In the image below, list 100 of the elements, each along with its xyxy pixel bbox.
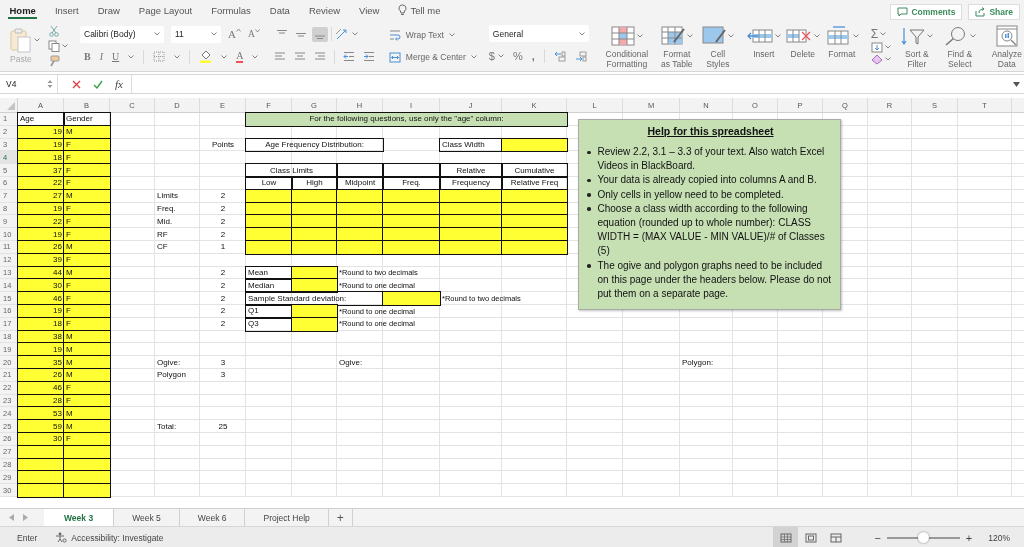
spinner-icon[interactable] xyxy=(47,79,53,89)
chevron-down-icon[interactable] xyxy=(852,34,859,38)
answer-cell[interactable] xyxy=(246,189,292,203)
font-size-dropdown[interactable]: 11 xyxy=(171,25,221,43)
answer-cell[interactable] xyxy=(246,240,292,254)
increase-indent-icon[interactable] xyxy=(362,51,375,63)
chevron-down-icon[interactable] xyxy=(34,38,40,42)
chevron-down-icon[interactable] xyxy=(448,32,455,37)
comma-button[interactable]: , xyxy=(531,50,535,62)
answer-cell[interactable] xyxy=(292,317,337,331)
chevron-down-icon[interactable] xyxy=(154,32,160,37)
chevron-down-icon[interactable] xyxy=(174,54,181,59)
font-dropdown[interactable]: Calibri (Body) xyxy=(80,25,164,43)
answer-cell[interactable] xyxy=(18,445,64,459)
number-format-dropdown[interactable]: General xyxy=(488,25,589,42)
align-right-icon[interactable] xyxy=(313,51,326,63)
answer-cell[interactable] xyxy=(337,228,383,241)
answer-cell[interactable] xyxy=(440,240,502,254)
chevron-down-icon[interactable] xyxy=(727,34,734,38)
decrease-font-button[interactable]: A xyxy=(247,29,260,40)
caret-down-icon[interactable] xyxy=(254,29,260,34)
copy-icon[interactable] xyxy=(48,40,60,52)
autosum-button[interactable]: Σ xyxy=(870,26,879,41)
cell-styles-icon[interactable] xyxy=(701,26,726,46)
answer-cell[interactable] xyxy=(292,240,337,254)
search-icon[interactable] xyxy=(943,26,968,46)
chevron-down-icon[interactable] xyxy=(884,57,891,61)
insert-cells-icon[interactable] xyxy=(746,27,773,45)
format-cells-icon[interactable] xyxy=(824,26,851,46)
ribbon-tab[interactable]: View xyxy=(349,0,389,20)
font-color-button[interactable]: A xyxy=(236,50,244,63)
comment-icon[interactable] xyxy=(897,7,909,17)
merge-cells-icon[interactable] xyxy=(388,51,401,63)
comments-button[interactable]: Comments xyxy=(890,4,963,20)
answer-cell[interactable] xyxy=(64,445,110,459)
chevron-down-icon[interactable] xyxy=(128,54,135,59)
answer-cell[interactable] xyxy=(292,228,337,241)
share-button[interactable]: Share xyxy=(968,4,1020,20)
answer-cell[interactable] xyxy=(383,228,440,241)
name-box[interactable]: V4 xyxy=(0,75,58,93)
conditional-formatting-icon[interactable] xyxy=(610,26,635,46)
chevron-down-icon[interactable] xyxy=(813,34,820,38)
table-format-icon[interactable] xyxy=(660,26,685,46)
normal-view-icon[interactable] xyxy=(779,532,792,543)
scroll-right-icon[interactable] xyxy=(23,514,28,521)
currency-button[interactable]: $ xyxy=(488,50,504,62)
expand-icon[interactable] xyxy=(1013,81,1020,87)
ribbon-button[interactable]: Delete xyxy=(785,25,820,60)
delete-cells-icon[interactable] xyxy=(785,27,812,45)
cancel-icon[interactable] xyxy=(72,79,81,89)
chevron-down-icon[interactable] xyxy=(351,32,358,37)
fill-down-icon[interactable] xyxy=(870,41,883,53)
fill-color-icon[interactable] xyxy=(199,50,213,64)
answer-cell[interactable] xyxy=(18,484,64,497)
sheet-tab[interactable]: Week 3 xyxy=(44,509,115,526)
chevron-down-icon[interactable] xyxy=(774,34,781,38)
ribbon-tab[interactable]: Draw xyxy=(88,0,130,20)
answer-cell[interactable] xyxy=(64,484,110,497)
increase-font-button[interactable]: A xyxy=(228,28,241,41)
ribbon-button[interactable]: Sort & Filter xyxy=(898,25,935,70)
ribbon-tab[interactable]: Review xyxy=(299,0,350,20)
ribbon-button[interactable]: Conditional Formatting xyxy=(600,25,653,70)
chevron-down-icon[interactable] xyxy=(636,34,643,38)
format-painter-icon[interactable] xyxy=(48,55,60,67)
ribbon-tab[interactable]: Formulas xyxy=(201,0,261,20)
view-button[interactable] xyxy=(773,527,799,547)
chevron-down-icon[interactable] xyxy=(470,55,477,59)
ribbon-button[interactable]: Find & Select xyxy=(941,25,978,70)
text-orientation-icon[interactable] xyxy=(334,28,349,41)
ribbon-tab[interactable]: Tell me xyxy=(388,0,451,20)
decrease-decimal-icon[interactable] xyxy=(574,50,587,62)
merge-center-button[interactable]: Merge & Center xyxy=(388,51,477,63)
chevron-down-icon[interactable] xyxy=(686,34,693,38)
italic-button[interactable]: I xyxy=(99,51,103,63)
chevron-down-icon[interactable] xyxy=(221,54,228,59)
answer-cell[interactable] xyxy=(337,189,383,203)
answer-cell[interactable] xyxy=(383,292,440,305)
answer-cell[interactable] xyxy=(383,240,440,254)
ribbon-tab[interactable]: Insert xyxy=(45,0,89,20)
answer-cell[interactable] xyxy=(292,189,337,203)
align-left-icon[interactable] xyxy=(273,51,286,63)
analyze-data-button[interactable]: Analyze Data xyxy=(989,25,1024,70)
ribbon-tab[interactable]: Home xyxy=(0,0,46,20)
eraser-icon[interactable] xyxy=(870,53,883,65)
ribbon-button[interactable]: Cell Styles xyxy=(700,25,735,70)
underline-button[interactable]: U xyxy=(112,51,120,63)
ribbon-button[interactable]: Format as Table xyxy=(659,25,694,70)
answer-cell[interactable] xyxy=(383,189,440,203)
insert-function-button[interactable]: fx xyxy=(115,78,123,90)
page-layout-view-icon[interactable] xyxy=(804,532,817,543)
caret-up-icon[interactable] xyxy=(235,28,241,33)
analyze-data-icon[interactable] xyxy=(995,25,1018,47)
wrap-text-icon[interactable] xyxy=(388,28,401,41)
answer-cell[interactable] xyxy=(502,189,567,203)
answer-cell[interactable] xyxy=(246,228,292,241)
wrap-text-button[interactable]: Wrap Text xyxy=(388,28,477,41)
scroll-left-icon[interactable] xyxy=(9,514,14,521)
zoom-out-button[interactable]: − xyxy=(868,531,887,544)
chevron-down-icon[interactable] xyxy=(578,31,585,36)
ribbon-button[interactable]: Format xyxy=(824,25,859,60)
